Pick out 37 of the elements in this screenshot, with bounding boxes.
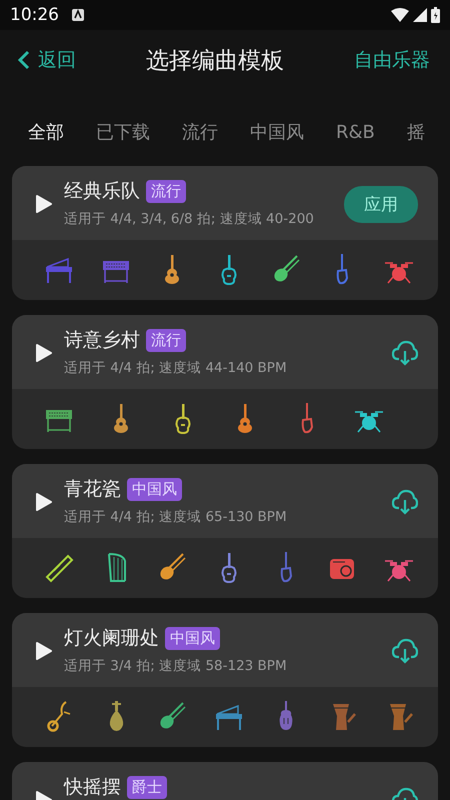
notification-icon	[71, 8, 85, 22]
back-button[interactable]: 返回	[18, 47, 76, 73]
category-tab[interactable]: 全部	[28, 112, 64, 152]
play-icon[interactable]	[34, 642, 52, 660]
template-name: 青花瓷	[64, 477, 121, 502]
genre-tag: 爵士	[127, 776, 167, 798]
genre-tag: 中国风	[165, 626, 220, 650]
template-description: 适用于 4/4 拍; 速度域 65-130 BPM	[64, 508, 288, 526]
genre-tag: 流行	[146, 180, 186, 202]
free-instrument-button[interactable]: 自由乐器	[354, 47, 430, 73]
template-name: 灯火阑珊处	[64, 626, 159, 651]
template-name: 快摇摆	[64, 775, 121, 800]
wifi-icon	[391, 8, 409, 22]
template-name: 诗意乡村	[64, 328, 140, 353]
cloud-download-icon[interactable]	[392, 489, 418, 515]
template-name: 经典乐队	[64, 179, 140, 204]
template-description: 适用于 3/4 拍; 速度域 58-123 BPM	[64, 657, 288, 675]
genre-tag: 流行	[146, 328, 186, 352]
clock-time: 10:26	[10, 5, 59, 25]
cloud-download-icon[interactable]	[392, 638, 418, 664]
template-description: 适用于 4/4 拍; 速度域 44-140 BPM	[64, 359, 288, 377]
category-tab[interactable]: 流行	[182, 112, 218, 152]
category-tab[interactable]: 已下载	[96, 112, 150, 152]
play-icon[interactable]	[34, 195, 52, 213]
chevron-left-icon	[18, 50, 30, 70]
genre-tag: 中国风	[127, 478, 182, 500]
template-description: 适用于 4/4, 3/4, 6/8 拍; 速度域 40-200	[64, 210, 315, 228]
screen-title: 选择编曲模板	[145, 46, 285, 76]
category-tab[interactable]: R&B	[336, 112, 375, 152]
play-icon[interactable]	[34, 344, 52, 362]
cloud-download-icon[interactable]	[392, 340, 418, 366]
signal-icon	[413, 8, 427, 22]
category-tab[interactable]: 摇	[406, 112, 425, 152]
category-tab[interactable]: 中国风	[250, 112, 304, 152]
apply-button[interactable]: 应用	[344, 186, 418, 222]
battery-icon	[431, 7, 440, 23]
play-icon[interactable]	[34, 493, 52, 511]
